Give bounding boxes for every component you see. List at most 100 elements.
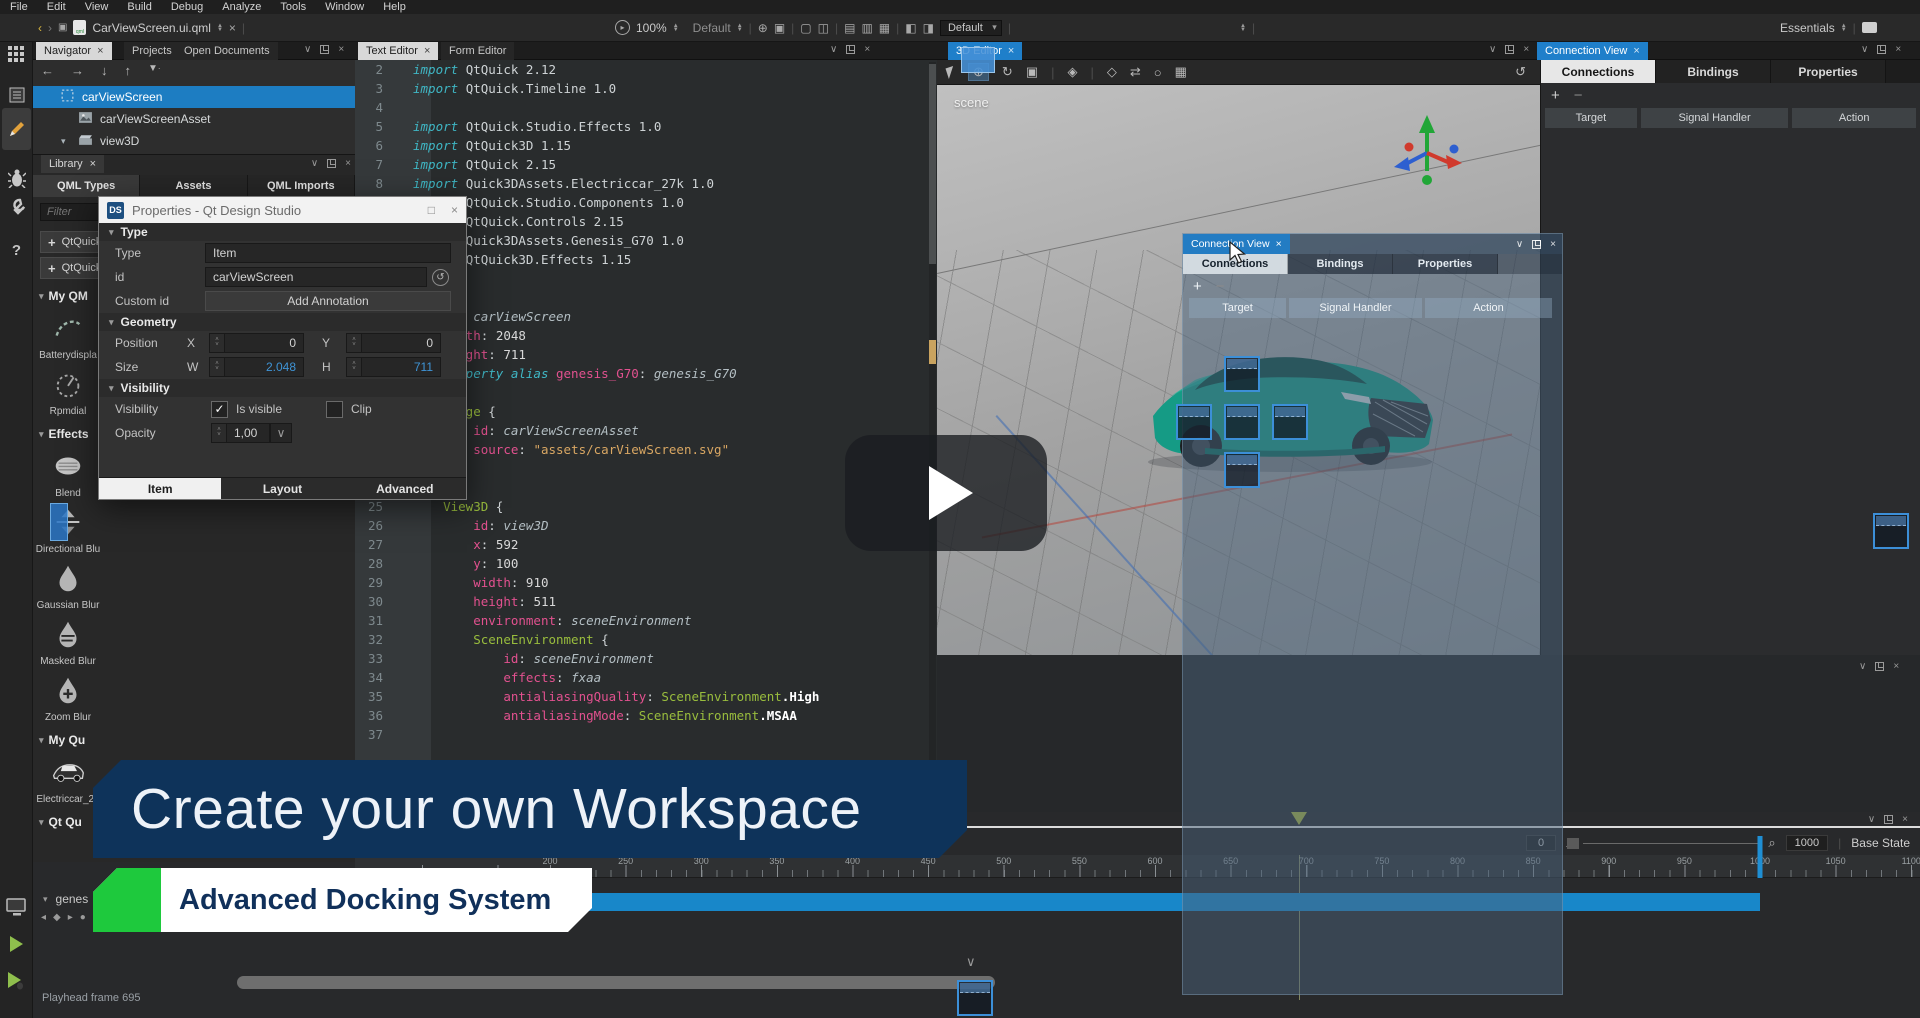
add-connection-button[interactable]: + xyxy=(1551,87,1560,104)
scale-tool-icon[interactable]: ▣ xyxy=(1026,64,1038,80)
close-document-icon[interactable]: × xyxy=(229,21,236,35)
tab-projects[interactable]: Projects xyxy=(124,42,180,60)
run-button[interactable] xyxy=(0,936,33,952)
library-item-Masked Blur[interactable]: Masked Blur xyxy=(33,611,103,667)
code-line[interactable]: 35 antialiasingQuality: SceneEnvironment… xyxy=(355,689,937,708)
library-item-Blend[interactable]: Blend xyxy=(33,443,103,499)
timeline-pane-controls[interactable]: ∨× xyxy=(1868,814,1908,825)
light-icon[interactable]: ○ xyxy=(1154,65,1162,80)
zoom-in-icon[interactable]: ⌕ xyxy=(1768,835,1775,851)
tab-bindings[interactable]: Bindings xyxy=(1288,254,1393,274)
is-visible-checkbox[interactable]: ✓ xyxy=(211,401,228,418)
section-geometry[interactable]: ▾Geometry xyxy=(99,313,466,331)
state-selector[interactable]: Base State xyxy=(1851,836,1910,850)
code-line[interactable]: 34 effects: fxaa xyxy=(355,670,937,689)
section-type[interactable]: ▾Type xyxy=(99,223,466,241)
grid-toggle-icon[interactable]: ▦ xyxy=(1175,64,1187,80)
dock-indicator-top[interactable] xyxy=(1224,356,1260,392)
rotate-tool-icon[interactable]: ↻ xyxy=(1002,64,1013,80)
tab-layout[interactable]: Layout xyxy=(221,478,343,499)
select-tool-icon[interactable] xyxy=(945,66,956,79)
clip-checkbox[interactable]: ✓ xyxy=(326,401,343,418)
x-field[interactable]: 0 xyxy=(224,333,304,353)
reset-id-icon[interactable]: ↺ xyxy=(432,269,449,286)
code-line[interactable]: 28 y: 100 xyxy=(355,556,937,575)
menu-view[interactable]: View xyxy=(85,1,109,13)
column-target[interactable]: Target xyxy=(1545,108,1637,128)
keyframe-controls[interactable]: ◂◆▸● xyxy=(41,912,86,923)
chevron-down-icon[interactable]: ▾ xyxy=(43,894,48,905)
feedback-icon[interactable] xyxy=(1862,22,1877,33)
tab-properties[interactable]: Properties xyxy=(1393,254,1498,274)
timeline-track-bar[interactable] xyxy=(588,893,1760,911)
edit-shape-icon[interactable]: ◨ xyxy=(923,21,934,35)
column-signal-handler[interactable]: Signal Handler xyxy=(1289,298,1422,318)
tab-connections[interactable]: Connections xyxy=(1541,60,1656,83)
library-item-Gaussian Blur[interactable]: Gaussian Blur xyxy=(33,555,103,611)
menu-build[interactable]: Build xyxy=(127,1,151,13)
y-stepper[interactable]: ˄˅ xyxy=(346,333,361,353)
tab-form-editor[interactable]: Form Editor xyxy=(441,42,514,60)
theme-selector[interactable]: Default xyxy=(940,20,1002,36)
code-line[interactable]: 6import QtQuick3D 1.15 xyxy=(355,138,937,157)
code-line[interactable]: 8import Quick3DAssets.Electriccar_27k 1.… xyxy=(355,176,937,195)
w-stepper[interactable]: ˄˅ xyxy=(209,357,224,377)
navigator-item-view3D[interactable]: ▾view3D xyxy=(33,130,355,152)
opacity-dropdown[interactable]: ∨ xyxy=(270,423,292,443)
library-pane-controls[interactable]: ∨× xyxy=(311,158,351,169)
back-icon[interactable]: ‹ xyxy=(38,21,42,35)
menu-analyze[interactable]: Analyze xyxy=(222,1,261,13)
grid-layout-icon[interactable]: ▦ xyxy=(879,21,890,35)
editor-pane-controls[interactable]: ∨× xyxy=(830,44,870,55)
add-annotation-button[interactable]: Add Annotation xyxy=(205,291,451,311)
mode-selector[interactable]: Essentials xyxy=(1780,21,1835,35)
tab-assets[interactable]: Assets xyxy=(140,175,247,197)
menu-file[interactable]: File xyxy=(10,1,28,13)
reset-view-icon[interactable]: ↺ xyxy=(1515,64,1526,80)
close-icon[interactable]: × xyxy=(97,45,103,57)
maximize-icon[interactable]: □ xyxy=(428,203,435,217)
list-view-icon[interactable]: ▤ xyxy=(844,21,855,35)
library-item-Directional Blu[interactable]: Directional Blu xyxy=(33,499,103,555)
navigator-item-carViewScreen[interactable]: carViewScreen xyxy=(33,86,355,108)
code-line[interactable]: 7import QtQuick 2.15 xyxy=(355,157,937,176)
fit-selected-icon[interactable]: ◈ xyxy=(1068,64,1078,80)
filter-icon[interactable]: ▼· xyxy=(148,63,161,78)
code-line[interactable]: 3import QtQuick.Timeline 1.0 xyxy=(355,81,937,100)
3d-pane-controls[interactable]: ∨× xyxy=(1489,44,1529,55)
move-down-icon[interactable]: ↓ xyxy=(101,63,108,78)
type-field[interactable]: Item xyxy=(205,243,451,263)
opacity-stepper[interactable]: ˄˅ xyxy=(211,423,226,443)
tab-text-editor[interactable]: Text Editor× xyxy=(358,42,438,60)
menu-tools[interactable]: Tools xyxy=(280,1,306,13)
mode-spinner[interactable]: ▲▼ xyxy=(1841,24,1847,32)
tab-properties[interactable]: Properties xyxy=(1771,60,1886,83)
close-icon[interactable]: × xyxy=(1633,45,1639,57)
tab-library[interactable]: Library× xyxy=(41,155,104,173)
float-pane-icon[interactable] xyxy=(1532,240,1541,249)
library-item-Batterydispla[interactable]: Batterydispla xyxy=(33,305,103,361)
navigator-pane-controls[interactable]: ∨× xyxy=(304,44,344,55)
move-right-icon[interactable]: → xyxy=(71,63,84,78)
code-line[interactable]: 2import QtQuick 2.12 xyxy=(355,62,937,81)
h-field[interactable]: 711 xyxy=(361,357,441,377)
dock-area-controls[interactable]: ∨× xyxy=(1859,661,1899,672)
slider-handle[interactable] xyxy=(1567,838,1579,849)
id-field[interactable]: carViewScreen xyxy=(205,267,427,287)
menu-help[interactable]: Help xyxy=(383,1,406,13)
close-pane-icon[interactable]: × xyxy=(1550,239,1556,250)
document-title[interactable]: CarViewScreen.ui.qml xyxy=(92,21,211,35)
dock-indicator-center[interactable] xyxy=(1224,404,1260,440)
move-up-icon[interactable]: ↑ xyxy=(125,63,132,78)
move-tool-icon[interactable]: ⊕ xyxy=(758,21,768,35)
dock-indicator-left[interactable] xyxy=(1176,404,1212,440)
style-spinner[interactable]: ▲▼ xyxy=(737,24,743,32)
move-left-icon[interactable]: ← xyxy=(41,63,54,78)
column-action[interactable]: Action xyxy=(1792,108,1916,128)
projects-mode-icon[interactable] xyxy=(0,198,33,216)
navigator-item-carViewScreenAsset[interactable]: carViewScreenAsset xyxy=(33,108,355,130)
library-item-Electriccar_27[interactable]: Electriccar_27 xyxy=(33,749,103,805)
menu-debug[interactable]: Debug xyxy=(171,1,203,13)
library-section-header[interactable]: ▾My Qu xyxy=(33,731,136,749)
h-stepper[interactable]: ˄˅ xyxy=(346,357,361,377)
